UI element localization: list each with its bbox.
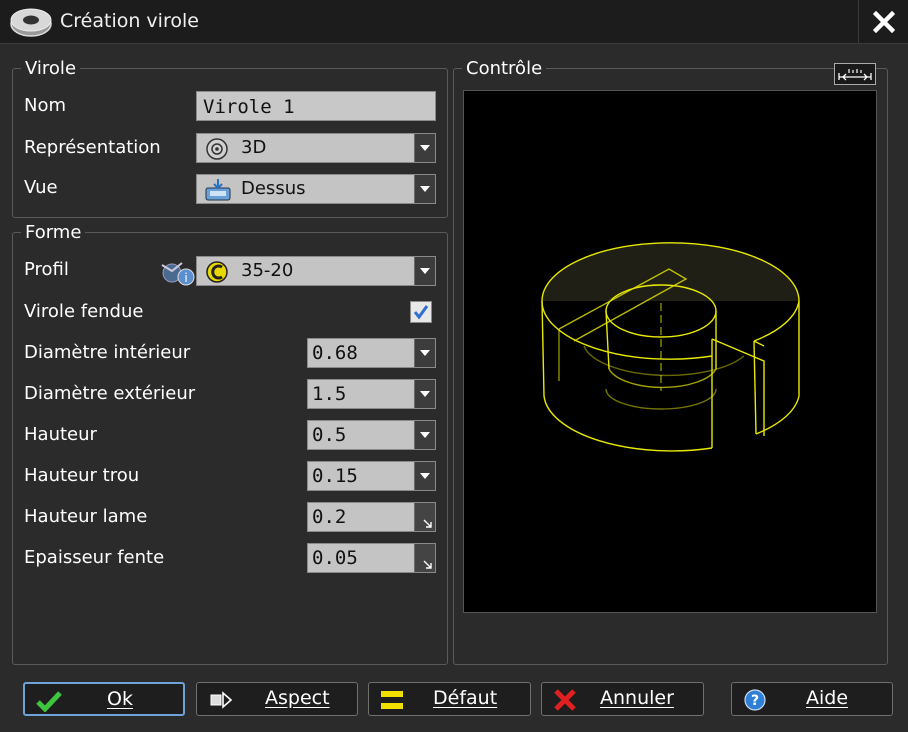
representation-value: 3D <box>241 137 267 158</box>
chevron-down-icon <box>420 268 430 274</box>
representation-label: Représentation <box>24 137 161 158</box>
fendue-label: Virole fendue <box>24 301 144 322</box>
svg-text:?: ? <box>751 693 759 709</box>
vue-select[interactable]: Dessus <box>196 174 436 204</box>
hauteur-trou-input[interactable]: 0.15 <box>307 461 436 491</box>
diam-int-dropdown-button[interactable] <box>414 339 435 367</box>
profil-label: Profil <box>24 259 69 280</box>
fendue-checkbox[interactable] <box>410 301 432 323</box>
dialog-window: Création virole Virole Nom Virole 1 Repr… <box>0 0 908 732</box>
cross-icon <box>554 689 576 711</box>
epaisseur-expand-handle[interactable] <box>414 544 435 572</box>
checkmark-icon <box>36 691 62 712</box>
controle-legend: Contrôle <box>466 58 543 79</box>
epaisseur-input[interactable]: 0.05 <box>307 543 436 573</box>
vue-dropdown-button[interactable] <box>414 175 435 203</box>
measure-button[interactable] <box>834 63 876 85</box>
hauteur-lame-value: 0.2 <box>312 506 347 528</box>
ring-icon <box>10 8 52 37</box>
hauteur-trou-value: 0.15 <box>312 465 358 487</box>
diam-ext-dropdown-button[interactable] <box>414 380 435 408</box>
chevron-down-icon <box>420 432 430 438</box>
hauteur-dropdown-button[interactable] <box>414 421 435 449</box>
ok-label: Ok <box>107 688 133 710</box>
hauteur-trou-label: Hauteur trou <box>24 465 140 486</box>
aspect-button[interactable]: Aspect <box>196 682 358 716</box>
chevron-down-icon <box>420 391 430 397</box>
top-view-icon <box>205 179 231 201</box>
hauteur-trou-dropdown-button[interactable] <box>414 462 435 490</box>
forme-legend: Forme <box>25 222 82 243</box>
c-profile-icon <box>206 261 228 283</box>
ruler-icon <box>838 69 872 81</box>
vue-value: Dessus <box>241 178 306 199</box>
hauteur-lame-input[interactable]: 0.2 <box>307 502 436 532</box>
diam-ext-input[interactable]: 1.5 <box>307 379 436 409</box>
window-title: Création virole <box>60 10 199 32</box>
profil-value: 35-20 <box>241 260 294 281</box>
disc-3d-icon <box>206 138 228 160</box>
defaut-button[interactable]: Défaut <box>368 682 531 716</box>
nom-label: Nom <box>24 95 67 116</box>
ring-wireframe-preview <box>541 242 800 452</box>
diam-int-value: 0.68 <box>312 342 358 364</box>
aspect-label: Aspect <box>265 687 330 709</box>
svg-text:i: i <box>184 271 187 285</box>
hauteur-lame-label: Hauteur lame <box>24 506 148 527</box>
profil-dropdown-button[interactable] <box>414 257 435 285</box>
resize-corner-icon <box>423 519 432 528</box>
checkmark-icon <box>413 305 429 320</box>
profil-select[interactable]: 35-20 <box>196 256 436 286</box>
title-bar[interactable]: Création virole <box>0 0 908 44</box>
aide-button[interactable]: ? Aide <box>731 682 893 716</box>
chevron-down-icon <box>420 473 430 479</box>
profile-library-icon[interactable]: i <box>160 257 196 287</box>
preview-viewport[interactable] <box>463 90 877 613</box>
vue-label: Vue <box>24 177 58 198</box>
hauteur-value: 0.5 <box>312 424 347 446</box>
close-button[interactable] <box>858 0 908 44</box>
annuler-button[interactable]: Annuler <box>541 682 704 716</box>
aide-label: Aide <box>806 687 849 709</box>
representation-dropdown-button[interactable] <box>414 134 435 162</box>
diam-ext-label: Diamètre extérieur <box>24 383 196 404</box>
virole-legend: Virole <box>25 58 77 79</box>
hauteur-lame-expand-handle[interactable] <box>414 503 435 531</box>
help-icon: ? <box>744 689 766 711</box>
ok-button[interactable]: Ok <box>23 682 185 716</box>
diam-int-label: Diamètre intérieur <box>24 342 191 363</box>
chevron-down-icon <box>420 186 430 192</box>
diam-ext-value: 1.5 <box>312 383 347 405</box>
chevron-down-icon <box>420 350 430 356</box>
arrow-right-icon <box>210 691 233 709</box>
hauteur-label: Hauteur <box>24 424 97 445</box>
button-bar: Ok Aspect Défaut Annuler ? Aide <box>0 670 908 732</box>
epaisseur-value: 0.05 <box>312 547 358 569</box>
close-icon <box>872 11 895 33</box>
hauteur-input[interactable]: 0.5 <box>307 420 436 450</box>
representation-select[interactable]: 3D <box>196 133 436 163</box>
resize-corner-icon <box>423 560 432 569</box>
defaut-label: Défaut <box>433 687 498 709</box>
nom-input[interactable]: Virole 1 <box>196 91 436 121</box>
epaisseur-label: Epaisseur fente <box>24 547 165 568</box>
annuler-label: Annuler <box>600 687 674 709</box>
equals-icon <box>381 691 403 709</box>
chevron-down-icon <box>420 145 430 151</box>
diam-int-input[interactable]: 0.68 <box>307 338 436 368</box>
